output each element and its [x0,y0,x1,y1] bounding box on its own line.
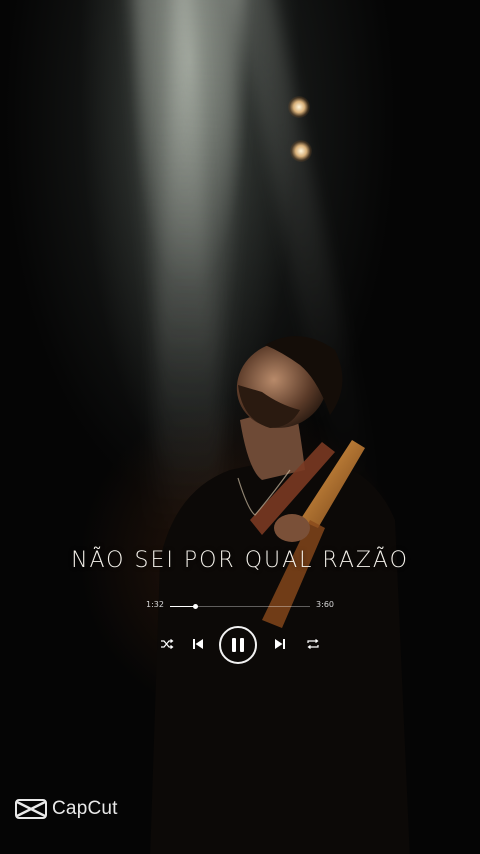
previous-button[interactable] [192,638,204,650]
performer-silhouette [150,336,410,854]
capcut-logo-icon [15,799,47,819]
playback-controls [150,626,330,666]
video-frame: NÃO SEI POR QUAL RAZÃO 1:32 3:60 CapCut [0,0,480,854]
capcut-watermark: CapCut [14,796,118,822]
skip-previous-icon [193,639,203,649]
next-button[interactable] [274,638,286,650]
pause-icon [230,638,246,652]
lyric-line: NÃO SEI POR QUAL RAZÃO [71,548,409,573]
shuffle-icon [161,639,174,649]
total-time: 3:60 [316,600,334,609]
repeat-icon [307,639,319,649]
watermark-text: CapCut [52,798,118,819]
skip-next-icon [275,639,285,649]
pause-button[interactable] [219,626,257,664]
progress-track[interactable] [170,604,310,609]
progress-knob[interactable] [193,604,199,609]
shuffle-button[interactable] [160,638,174,650]
progress-bar[interactable]: 1:32 3:60 [146,600,334,614]
progress-fill [170,606,196,607]
repeat-button[interactable] [306,638,320,650]
current-time: 1:32 [146,600,164,609]
